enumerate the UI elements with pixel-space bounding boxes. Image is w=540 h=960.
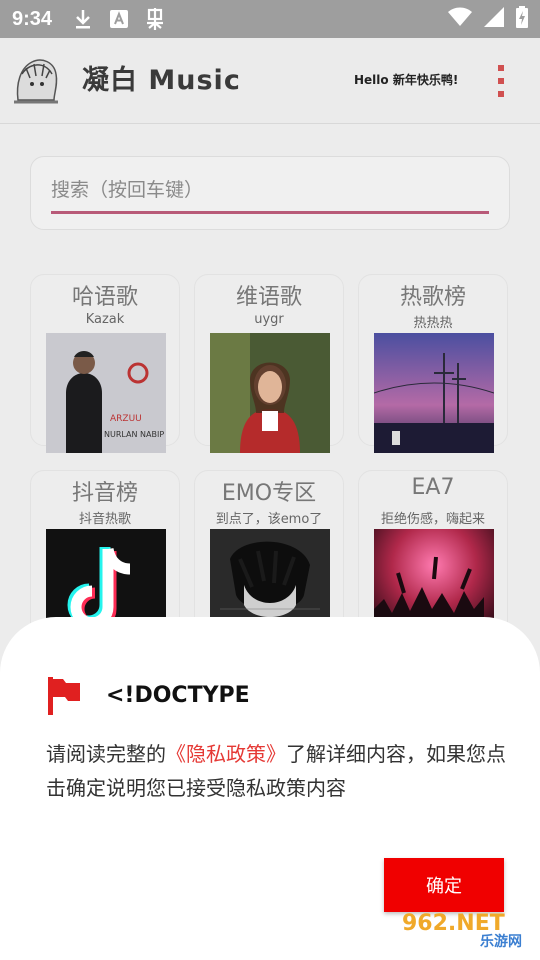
search-underline bbox=[51, 211, 489, 214]
status-time: 9:34 bbox=[12, 7, 53, 30]
dialog-title: <!DOCTYPE bbox=[106, 683, 250, 708]
watermark-sub: 乐游网 bbox=[480, 934, 522, 950]
card-title: 哈语歌 bbox=[71, 285, 138, 310]
card-title: 维语歌 bbox=[235, 285, 302, 310]
search-input[interactable] bbox=[51, 175, 489, 205]
card-subtitle: 到点了，该emo了 bbox=[215, 512, 323, 527]
bug-icon bbox=[142, 6, 168, 32]
card-kazak[interactable]: 哈语歌 Kazak ARZUU NURLAN NABIP bbox=[30, 274, 180, 453]
status-bar: 9:34 bbox=[0, 0, 540, 38]
card-hot-songs[interactable]: 热歌榜 热热热 bbox=[358, 274, 508, 453]
card-title: EA7 bbox=[411, 475, 455, 500]
album-artist: NURLAN NABIP bbox=[104, 430, 164, 439]
card-cover-image: ARZUU NURLAN NABIP bbox=[46, 333, 166, 453]
more-menu-icon[interactable] bbox=[494, 64, 508, 98]
privacy-policy-link[interactable]: 《隐私政策》 bbox=[166, 742, 286, 766]
card-uygr[interactable]: 维语歌 uygr bbox=[194, 274, 344, 453]
app-title: 凝白 Music bbox=[82, 65, 241, 96]
card-title: EMO专区 bbox=[221, 481, 317, 506]
card-subtitle: uygr bbox=[254, 312, 284, 327]
signal-icon bbox=[484, 7, 504, 31]
search-card bbox=[30, 156, 510, 230]
card-subtitle: 抖音热歌 bbox=[78, 512, 131, 527]
flag-icon bbox=[46, 677, 82, 715]
dialog-message-start: 请阅读完整的 bbox=[46, 742, 166, 766]
app-bar: 凝白 Music Hello 新年快乐鸭! bbox=[0, 38, 540, 124]
card-title: 抖音榜 bbox=[71, 481, 138, 506]
card-subtitle: 拒绝伤感，嗨起来 bbox=[380, 512, 485, 527]
wifi-icon bbox=[448, 7, 472, 31]
keyboard-a-icon bbox=[106, 6, 132, 32]
dialog-message: 请阅读完整的《隐私政策》了解详细内容，如果您点击确定说明您已接受隐私政策内容 bbox=[46, 737, 516, 805]
privacy-dialog: <!DOCTYPE 请阅读完整的《隐私政策》了解详细内容，如果您点击确定说明您已… bbox=[0, 617, 540, 960]
battery-icon bbox=[516, 6, 528, 32]
app-logo bbox=[12, 54, 60, 104]
confirm-button[interactable]: 确定 bbox=[384, 858, 504, 912]
card-cover-image bbox=[373, 333, 495, 453]
card-subtitle: 热热热 bbox=[413, 316, 453, 331]
download-icon bbox=[70, 6, 96, 32]
card-title: 热歌榜 bbox=[399, 285, 466, 310]
card-cover-image bbox=[210, 333, 330, 453]
card-subtitle: Kazak bbox=[85, 312, 125, 327]
album-title: ARZUU bbox=[110, 414, 142, 424]
greeting-text: Hello 新年快乐鸭! bbox=[354, 73, 459, 87]
site-watermark: 962.NET 乐游网 bbox=[402, 911, 534, 955]
